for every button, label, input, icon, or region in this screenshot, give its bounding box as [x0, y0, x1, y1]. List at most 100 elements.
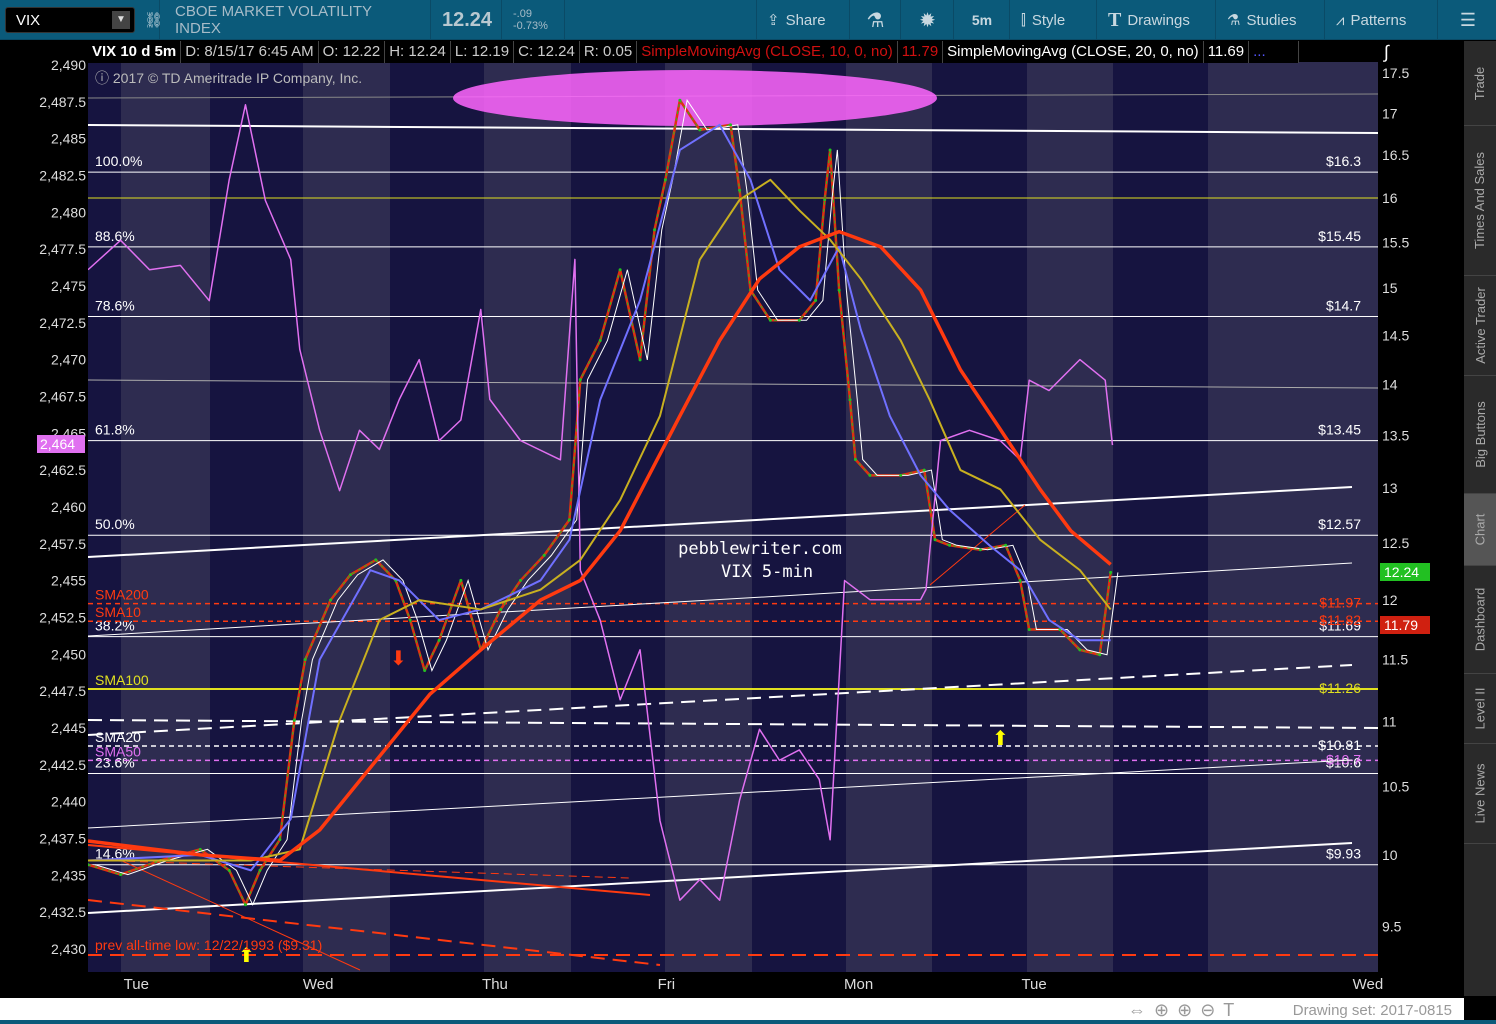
right-axis-tick: 12: [1382, 592, 1398, 608]
vix-point: [303, 658, 307, 662]
more-studies-button[interactable]: ...: [1249, 41, 1300, 63]
left-axis-tick: 2,457.5: [39, 536, 86, 552]
vix-point: [1004, 543, 1008, 547]
vix-point: [408, 618, 412, 622]
vix-point: [868, 473, 872, 477]
left-axis-tick: 2,480: [51, 204, 86, 220]
x-axis-label: Wed: [1352, 976, 1384, 993]
bar-date: D: 8/15/17 6:45 AM: [181, 41, 319, 63]
fib-level-price: $13.45: [1318, 422, 1361, 438]
sma10-study-value: 11.79: [898, 41, 944, 63]
right-axis-tick: 10.5: [1382, 779, 1409, 795]
tab-trade[interactable]: Trade: [1464, 41, 1496, 126]
tab-chart[interactable]: Chart: [1464, 494, 1496, 566]
navigation-icons[interactable]: ⇔⊕⊕⊖T: [1128, 1000, 1242, 1021]
fib-level-price: $9.93: [1326, 846, 1361, 862]
chart-label: VIX 5-min: [721, 562, 813, 582]
vix-point: [1098, 653, 1102, 657]
right-axis-tick: 14: [1382, 377, 1398, 393]
vix-point: [1078, 648, 1082, 652]
vix-point: [437, 638, 441, 642]
x-axis-label: Fri: [657, 976, 676, 993]
vix-point: [653, 228, 657, 232]
left-axis-tick: 2,452.5: [39, 609, 86, 625]
chart-info-bar: VIX 10 d 5m D: 8/15/17 6:45 AM O: 12.22 …: [88, 41, 1300, 63]
right-axis-tick: 17: [1382, 105, 1398, 121]
copyright-text: 2017 © TD Ameritrade IP Company, Inc.: [113, 70, 362, 86]
sma-level-price: $11.82: [1319, 612, 1361, 628]
tab-label: Chart: [1472, 513, 1488, 546]
sma-level-price: $11.26: [1319, 680, 1361, 696]
vix-point: [542, 553, 546, 557]
vix-point: [768, 318, 772, 322]
vix-point: [698, 128, 702, 132]
left-axis-tick: 2,462.5: [39, 462, 86, 478]
vix-point: [1109, 570, 1113, 574]
right-axis-tick: 13: [1382, 480, 1398, 496]
tab-big-buttons[interactable]: Big Buttons: [1464, 376, 1496, 494]
spx-price: 2,464: [40, 436, 75, 452]
left-axis-tick: 2,485: [51, 131, 86, 147]
fib-level-label: 50.0%: [95, 516, 135, 532]
left-axis-tick: 2,482.5: [39, 167, 86, 183]
right-axis-bg: [1378, 41, 1464, 976]
chart-canvas[interactable]: 100.0% $16.3 88.6% $15.45 78.6% $14.7 61.8% $13…: [0, 0, 1464, 996]
sma-level-label: SMA10: [95, 604, 141, 620]
left-axis-tick: 2,432.5: [39, 904, 86, 920]
sma10-study-label[interactable]: SimpleMovingAvg (CLOSE, 10, 0, no): [637, 41, 898, 63]
left-axis-tick: 2,470: [51, 352, 86, 368]
tab-times-and-sales[interactable]: Times And Sales: [1464, 126, 1496, 276]
tab-label: Active Trader: [1472, 287, 1488, 364]
x-axis-label: Thu: [482, 976, 508, 993]
sma-level-price: $11.97: [1319, 595, 1361, 611]
vix-point: [1027, 628, 1031, 632]
vix-point: [899, 473, 903, 477]
left-axis-tick: 2,435: [51, 867, 86, 883]
vix-point: [678, 98, 682, 102]
tab-active-trader[interactable]: Active Trader: [1464, 276, 1496, 376]
fib-level-price: $16.3: [1326, 153, 1361, 169]
tab-label: Times And Sales: [1472, 151, 1488, 250]
vix-point: [618, 268, 622, 272]
x-axis-label: Mon: [844, 976, 874, 993]
bottom-strip: [0, 1020, 1496, 1024]
right-axis-tick: 15: [1382, 280, 1398, 296]
vix-point: [348, 573, 352, 577]
x-axis-label: Tue: [1021, 976, 1047, 993]
left-axis-tick: 2,430: [51, 941, 86, 957]
watermark-text: pebblewriter.com: [678, 539, 842, 559]
vix-point: [292, 718, 296, 722]
bar-close: C: 12.24: [514, 41, 580, 63]
bar-range: R: 0.05: [580, 41, 638, 63]
right-axis-tick: 12.5: [1382, 535, 1409, 551]
down-arrow-icon: ⬇: [390, 648, 407, 670]
right-axis-tick: 13.5: [1382, 427, 1409, 443]
left-axis-tick: 2,440: [51, 794, 86, 810]
drawing-set-selector[interactable]: Drawing set: 2017-0815: [1293, 1002, 1452, 1019]
up-arrow-icon: ⬆: [992, 728, 1009, 750]
tab-label: Level II: [1472, 687, 1488, 730]
zoom-out-icon[interactable]: ⊖: [1200, 1000, 1223, 1020]
fib-level-price: $15.45: [1318, 228, 1361, 244]
left-axis-tick: 2,437.5: [39, 830, 86, 846]
vix-point: [853, 457, 857, 461]
highlight-ellipse[interactable]: [453, 70, 937, 126]
left-axis-tick: 2,472.5: [39, 315, 86, 331]
vix-point: [578, 378, 582, 382]
tab-live-news[interactable]: Live News: [1464, 744, 1496, 844]
tab-label: Dashboard: [1472, 587, 1488, 652]
tab-level-ii[interactable]: Level II: [1464, 674, 1496, 744]
pan-icon[interactable]: ⇔: [1128, 1000, 1154, 1020]
zoom-in-icon[interactable]: ⊕: [1177, 1000, 1200, 1020]
last-price-marker: 12.24: [1384, 564, 1419, 580]
tab-dashboard[interactable]: Dashboard: [1464, 566, 1496, 674]
left-axis-tick: 2,477.5: [39, 241, 86, 257]
vix-point: [519, 578, 523, 582]
sma20-study-label[interactable]: SimpleMovingAvg (CLOSE, 20, 0, no): [943, 41, 1204, 63]
left-axis-tick: 2,447.5: [39, 683, 86, 699]
text-icon[interactable]: T: [1223, 1000, 1242, 1020]
tab-label: Big Buttons: [1472, 401, 1488, 468]
scale-icon[interactable]: ∫: [1382, 42, 1390, 62]
vix-point: [119, 873, 123, 877]
crosshair-icon[interactable]: ⊕: [1154, 1000, 1177, 1020]
